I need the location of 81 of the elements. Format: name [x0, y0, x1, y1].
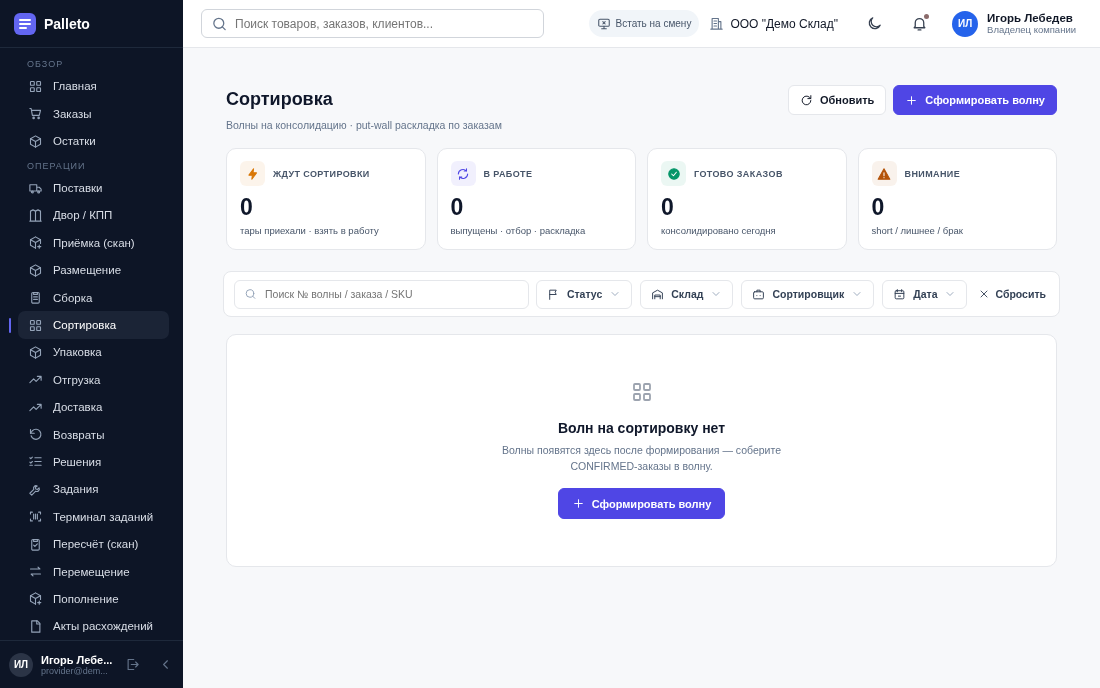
filter-dropdown[interactable]: Склад	[640, 279, 734, 309]
reset-button[interactable]: Сбросить	[975, 288, 1049, 300]
sidebar-item[interactable]: Остатки	[18, 127, 169, 155]
page-title: Сортировка	[226, 89, 334, 110]
sidebar-item[interactable]: Сборка	[18, 283, 169, 312]
scan-icon	[28, 509, 43, 525]
sidebar-item[interactable]: Размещение	[18, 256, 169, 284]
empty-title: Волн на сортировку нет	[557, 420, 726, 436]
stat-note: тары приехали · взять в работу	[240, 225, 380, 236]
stat-value: 0	[661, 194, 675, 221]
box-plus-icon	[28, 591, 43, 607]
search-field[interactable]: Поиск товаров, заказов, клиентов...	[201, 9, 544, 38]
sidebar-item[interactable]: Возвраты	[18, 420, 169, 449]
sidebar-item[interactable]: Акты расхождений	[18, 612, 169, 640]
stat-note: выпущены · отбор · раскладка	[450, 225, 587, 236]
calendar-icon	[893, 287, 907, 301]
logo-icon	[14, 12, 36, 35]
grid-icon	[28, 78, 43, 94]
create-wave-button[interactable]: Сформировать волну	[893, 85, 1057, 115]
gate-icon	[28, 207, 43, 223]
badge-icon	[752, 287, 766, 301]
stat-label: В РАБОТЕ	[483, 168, 533, 179]
box-icon	[28, 262, 43, 278]
grid-icon	[28, 317, 43, 333]
refresh-icon	[799, 93, 813, 107]
flag-icon	[546, 287, 560, 301]
box-icon	[28, 133, 43, 149]
create-wave-button[interactable]: Сформировать волну	[557, 488, 726, 519]
section-label: ОБЗОР	[26, 57, 65, 71]
sidebar-item[interactable]: Поставки	[18, 174, 169, 202]
stat-note: short / лишнее / брак	[871, 225, 964, 236]
sidebar-item[interactable]: Перемещение	[18, 557, 169, 586]
undo-icon	[28, 427, 43, 443]
user-avatar: ИЛ	[9, 652, 33, 677]
sidebar-item[interactable]: Заказы	[18, 100, 169, 128]
filter-dropdown[interactable]: Дата	[882, 279, 968, 309]
filter-dropdown[interactable]: Статус	[535, 279, 633, 309]
sidebar-item[interactable]: Терминал заданий	[18, 503, 169, 531]
clipboard-icon	[28, 290, 43, 306]
shift-button[interactable]: Встать на смену	[588, 10, 700, 37]
sidebar-item[interactable]: Пополнение	[18, 585, 169, 613]
stat-label: ЖДУТ СОРТИРОВКИ	[273, 168, 370, 179]
filter-dropdown[interactable]: Сортировщик	[741, 279, 875, 309]
sidebar-item[interactable]: Задания	[18, 475, 169, 504]
stat-value: 0	[240, 194, 254, 221]
company-selector[interactable]: ООО "Демо Склад"	[707, 16, 849, 31]
plus-icon	[905, 93, 919, 107]
cart-icon	[28, 106, 43, 122]
sidebar-item[interactable]: Решения	[18, 448, 169, 476]
sidebar-item[interactable]: Упаковка	[18, 338, 169, 367]
user-email: provider@dem...	[41, 665, 109, 676]
user-avatar[interactable]: ИЛ	[952, 10, 979, 37]
section-label: ОПЕРАЦИИ	[26, 159, 87, 173]
stat-label: ВНИМАНИЕ	[904, 168, 961, 179]
stat-label: ГОТОВО ЗАКАЗОВ	[694, 168, 783, 179]
sidebar-item[interactable]: Пересчёт (скан)	[18, 530, 169, 558]
sidebar-item[interactable]: Главная	[18, 72, 169, 100]
empty-text: Волны появятся здесь после формирования — соберите CONFIRMED-заказы в волну.	[501, 443, 782, 474]
user-role: Владелец компании	[987, 24, 1076, 35]
stat-value: 0	[871, 194, 886, 221]
plus-icon	[571, 497, 585, 510]
stat-value: 0	[450, 194, 465, 221]
sidebar-item[interactable]: Сортировка	[18, 311, 169, 339]
app-name: Palleto	[44, 15, 90, 32]
search-field[interactable]: Поиск № волны / заказа / SKU	[234, 279, 529, 309]
sidebar-item[interactable]: Двор / КПП	[18, 201, 169, 230]
sidebar-item[interactable]: Приёмка (скан)	[18, 229, 169, 257]
clipboard-check-icon	[28, 536, 43, 552]
building-icon	[709, 16, 725, 31]
box-icon	[28, 344, 43, 360]
sidebar-item[interactable]: Отгрузка	[18, 366, 169, 394]
page-subtitle: Волны на консолидацию · put-wall раскладка по заказам	[226, 119, 502, 131]
refresh-button[interactable]: Обновить	[787, 85, 887, 115]
sidebar-item[interactable]: Доставка	[18, 393, 169, 421]
warehouse-icon	[651, 287, 665, 301]
stat-note: консолидировано сегодня	[661, 225, 777, 236]
swap-icon	[28, 564, 43, 579]
document-icon	[28, 618, 43, 634]
box-icon	[28, 235, 43, 251]
monitor-icon	[596, 16, 611, 31]
user-name: Игорь Лебедев	[987, 12, 1074, 24]
